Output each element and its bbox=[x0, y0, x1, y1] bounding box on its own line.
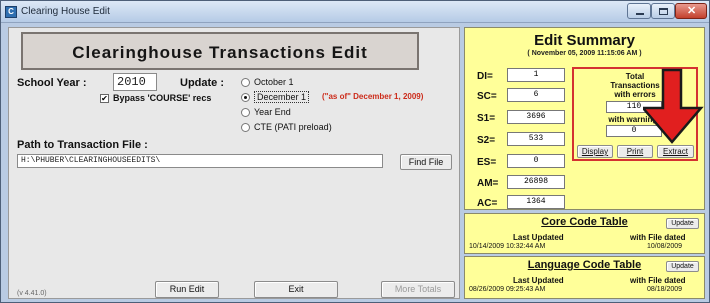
code-label-ac: AC= bbox=[477, 198, 498, 209]
code-label-s1: S1= bbox=[477, 113, 496, 124]
code-label-sc: SC= bbox=[477, 91, 497, 102]
version-label: (v 4.41.0) bbox=[17, 290, 47, 297]
path-label: Path to Transaction File : bbox=[17, 139, 148, 151]
radio-label: CTE (PATI preload) bbox=[254, 122, 332, 132]
extract-button[interactable]: Extract bbox=[657, 145, 694, 158]
app-icon[interactable]: C bbox=[5, 6, 17, 18]
language-code-update-button[interactable]: Update bbox=[666, 261, 699, 272]
page-title: Clearinghouse Transactions Edit bbox=[72, 43, 368, 62]
core-code-file-dated: 10/08/2009 bbox=[647, 243, 683, 250]
code-label-es: ES= bbox=[477, 157, 497, 168]
radio-dot bbox=[241, 123, 250, 132]
code-value-sc: 6 bbox=[507, 88, 565, 102]
radio-dot bbox=[241, 78, 250, 87]
minimize-button[interactable] bbox=[627, 3, 651, 19]
maximize-button[interactable] bbox=[651, 3, 675, 19]
window-title: Clearing House Edit bbox=[21, 6, 110, 17]
school-year-label: School Year : bbox=[17, 77, 87, 89]
language-code-last-updated: 08/26/2009 09:25:43 AM bbox=[469, 286, 546, 293]
path-input[interactable]: H:\PHUBER\CLEARINGHOUSEEDITS\ bbox=[17, 154, 383, 168]
radio-dot-selected bbox=[241, 93, 250, 102]
core-code-last-updated: 10/14/2009 10:32:44 AM bbox=[469, 243, 546, 250]
run-edit-button[interactable]: Run Edit bbox=[155, 281, 219, 298]
core-code-table-panel: Core Code Table Update Last Updated with… bbox=[464, 213, 705, 254]
code-value-es: 0 bbox=[507, 154, 565, 168]
more-totals-button[interactable]: More Totals bbox=[381, 281, 455, 298]
radio-label: Year End bbox=[254, 107, 291, 117]
edit-summary-title: Edit Summary bbox=[534, 32, 635, 49]
core-code-col-file-dated: with File dated bbox=[630, 233, 686, 242]
code-label-am: AM= bbox=[477, 178, 499, 189]
print-button[interactable]: Print bbox=[617, 145, 653, 158]
close-icon: ✕ bbox=[687, 5, 697, 17]
core-code-update-button[interactable]: Update bbox=[666, 218, 699, 229]
bypass-course-label: Bypass 'COURSE' recs bbox=[113, 93, 212, 103]
language-code-col-last-updated: Last Updated bbox=[513, 276, 564, 285]
edit-summary-date: ( November 05, 2009 11:15:06 AM ) bbox=[527, 50, 642, 57]
language-code-table-panel: Language Code Table Update Last Updated … bbox=[464, 256, 705, 299]
run-edit-label: Run Edit bbox=[169, 284, 205, 294]
code-value-s2: 533 bbox=[507, 132, 565, 146]
edit-summary-panel: Edit Summary ( November 05, 2009 11:15:0… bbox=[464, 27, 705, 210]
radio-dot bbox=[241, 108, 250, 117]
minimize-icon bbox=[636, 13, 644, 15]
more-totals-label: More Totals bbox=[394, 284, 442, 294]
maximize-icon bbox=[659, 8, 668, 15]
code-label-di: DI= bbox=[477, 71, 493, 82]
as-of-note: ("as of" December 1, 2009) bbox=[322, 92, 424, 101]
exit-label: Exit bbox=[288, 284, 304, 294]
header-box: Clearinghouse Transactions Edit bbox=[21, 32, 419, 70]
code-label-s2: S2= bbox=[477, 135, 496, 146]
radio-label: October 1 bbox=[254, 77, 294, 87]
code-value-di: 1 bbox=[507, 68, 565, 82]
down-arrow-icon bbox=[643, 68, 704, 144]
language-code-col-file-dated: with File dated bbox=[630, 276, 686, 285]
title-bar[interactable]: C Clearing House Edit ✕ bbox=[1, 1, 709, 23]
language-code-file-dated: 08/18/2009 bbox=[647, 286, 683, 293]
app-window: C Clearing House Edit ✕ Clearinghouse Tr… bbox=[0, 0, 710, 303]
code-value-am: 26898 bbox=[507, 175, 565, 189]
close-button[interactable]: ✕ bbox=[675, 3, 707, 19]
code-value-s1: 3696 bbox=[507, 110, 565, 124]
bypass-course-checkbox[interactable]: ✔ bbox=[100, 94, 109, 103]
update-label: Update : bbox=[180, 77, 224, 89]
edit-form-panel: Clearinghouse Transactions Edit School Y… bbox=[8, 27, 460, 299]
code-value-ac: 1364 bbox=[507, 195, 565, 209]
school-year-input[interactable]: 2010 bbox=[113, 73, 157, 91]
find-file-button[interactable]: Find File bbox=[400, 154, 452, 170]
radio-label: December 1 bbox=[254, 91, 310, 103]
exit-button[interactable]: Exit bbox=[254, 281, 338, 298]
display-button[interactable]: Display bbox=[577, 145, 613, 158]
core-code-col-last-updated: Last Updated bbox=[513, 233, 564, 242]
